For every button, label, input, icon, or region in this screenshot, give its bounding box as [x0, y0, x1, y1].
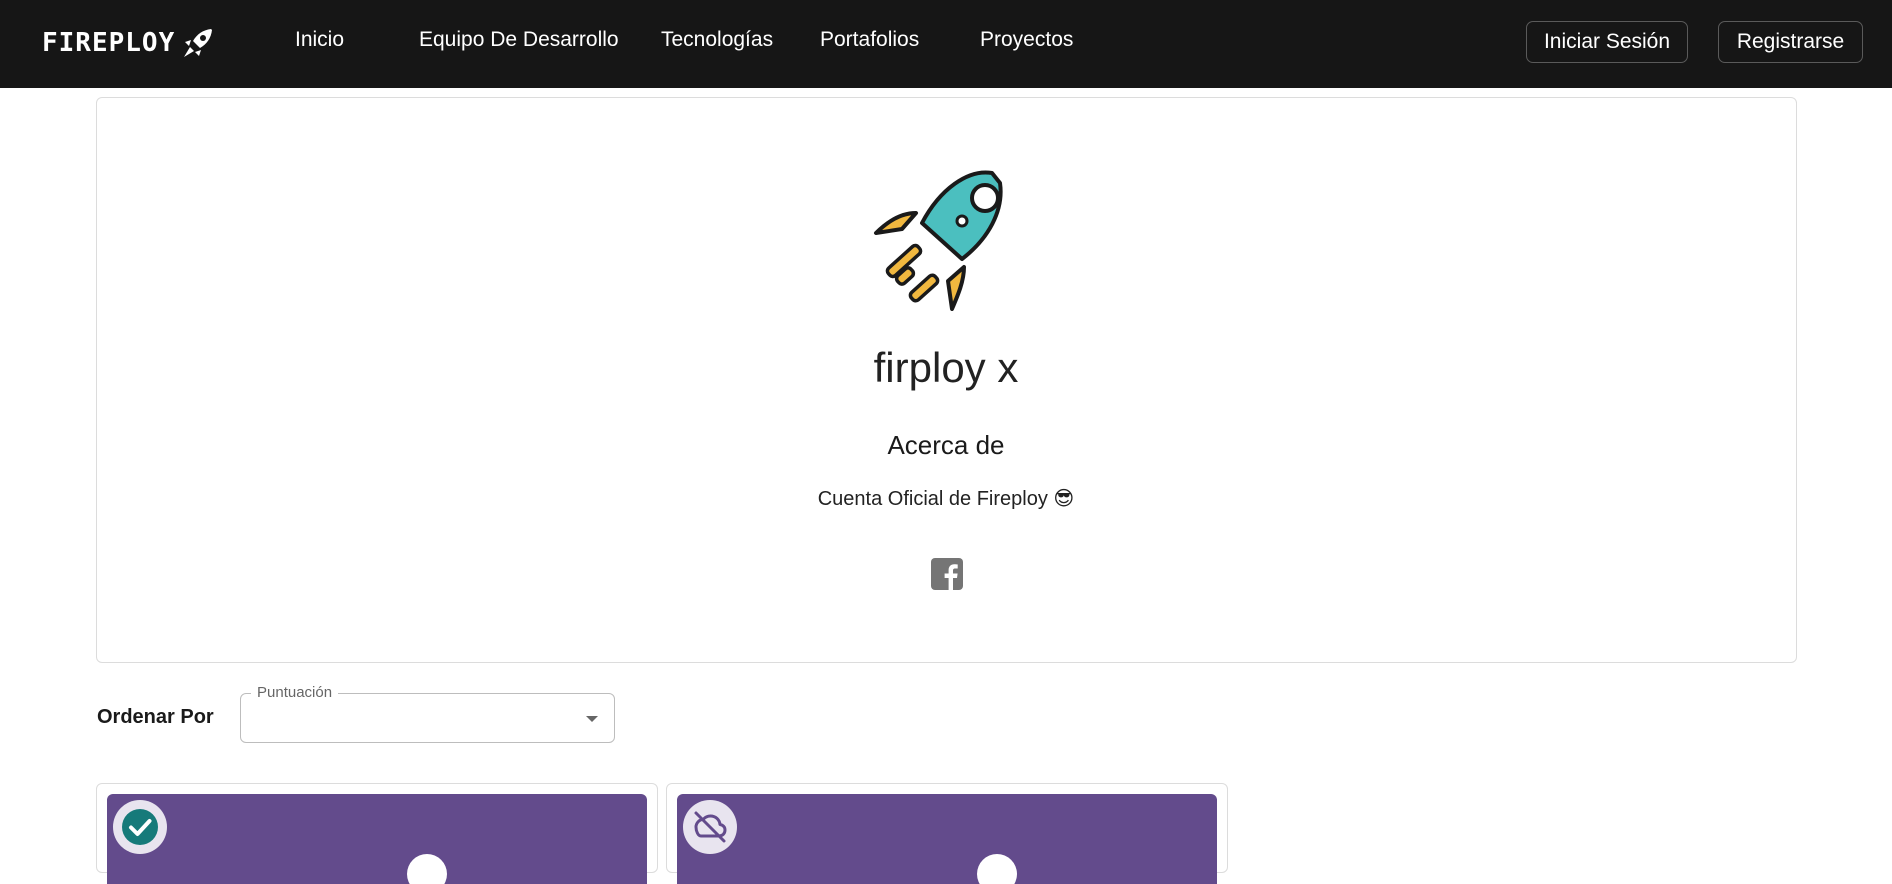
rocket-icon	[184, 29, 213, 57]
top-navbar: FIREPLOY Inicio Equipo De Desarrollo Tec…	[0, 0, 1892, 88]
sort-select-label: Puntuación	[251, 684, 339, 701]
brand-logo[interactable]: FIREPLOY	[42, 22, 215, 64]
profile-name: firploy x	[873, 344, 1019, 391]
about-description: Cuenta Oficial de Fireploy 😎	[817, 488, 1075, 510]
project-banner	[107, 794, 647, 884]
register-button[interactable]: Registrarse	[1718, 21, 1863, 63]
cloud-off-icon	[694, 811, 727, 843]
nav-tecnologias[interactable]: Tecnologías	[661, 28, 773, 52]
chevron-down-icon[interactable]	[586, 716, 598, 722]
nav-inicio[interactable]: Inicio	[295, 28, 344, 52]
sort-label: Ordenar Por	[97, 706, 214, 728]
nav-equipo-de-desarrollo[interactable]: Equipo De Desarrollo	[419, 28, 619, 52]
facebook-icon[interactable]	[931, 558, 963, 590]
check-circle-icon	[122, 809, 158, 845]
project-avatar	[407, 854, 447, 884]
project-banner	[677, 794, 1217, 884]
brand-name: FIREPLOY	[42, 28, 176, 58]
nav-proyectos[interactable]: Proyectos	[980, 28, 1073, 52]
status-badge	[683, 800, 737, 854]
login-button[interactable]: Iniciar Sesión	[1526, 21, 1688, 63]
about-heading: Acerca de	[887, 430, 1005, 460]
status-badge	[113, 800, 167, 854]
profile-rocket-logo	[874, 170, 1003, 311]
nav-portafolios[interactable]: Portafolios	[820, 28, 919, 52]
project-avatar	[977, 854, 1017, 884]
sort-select[interactable]: Puntuación	[240, 684, 615, 743]
